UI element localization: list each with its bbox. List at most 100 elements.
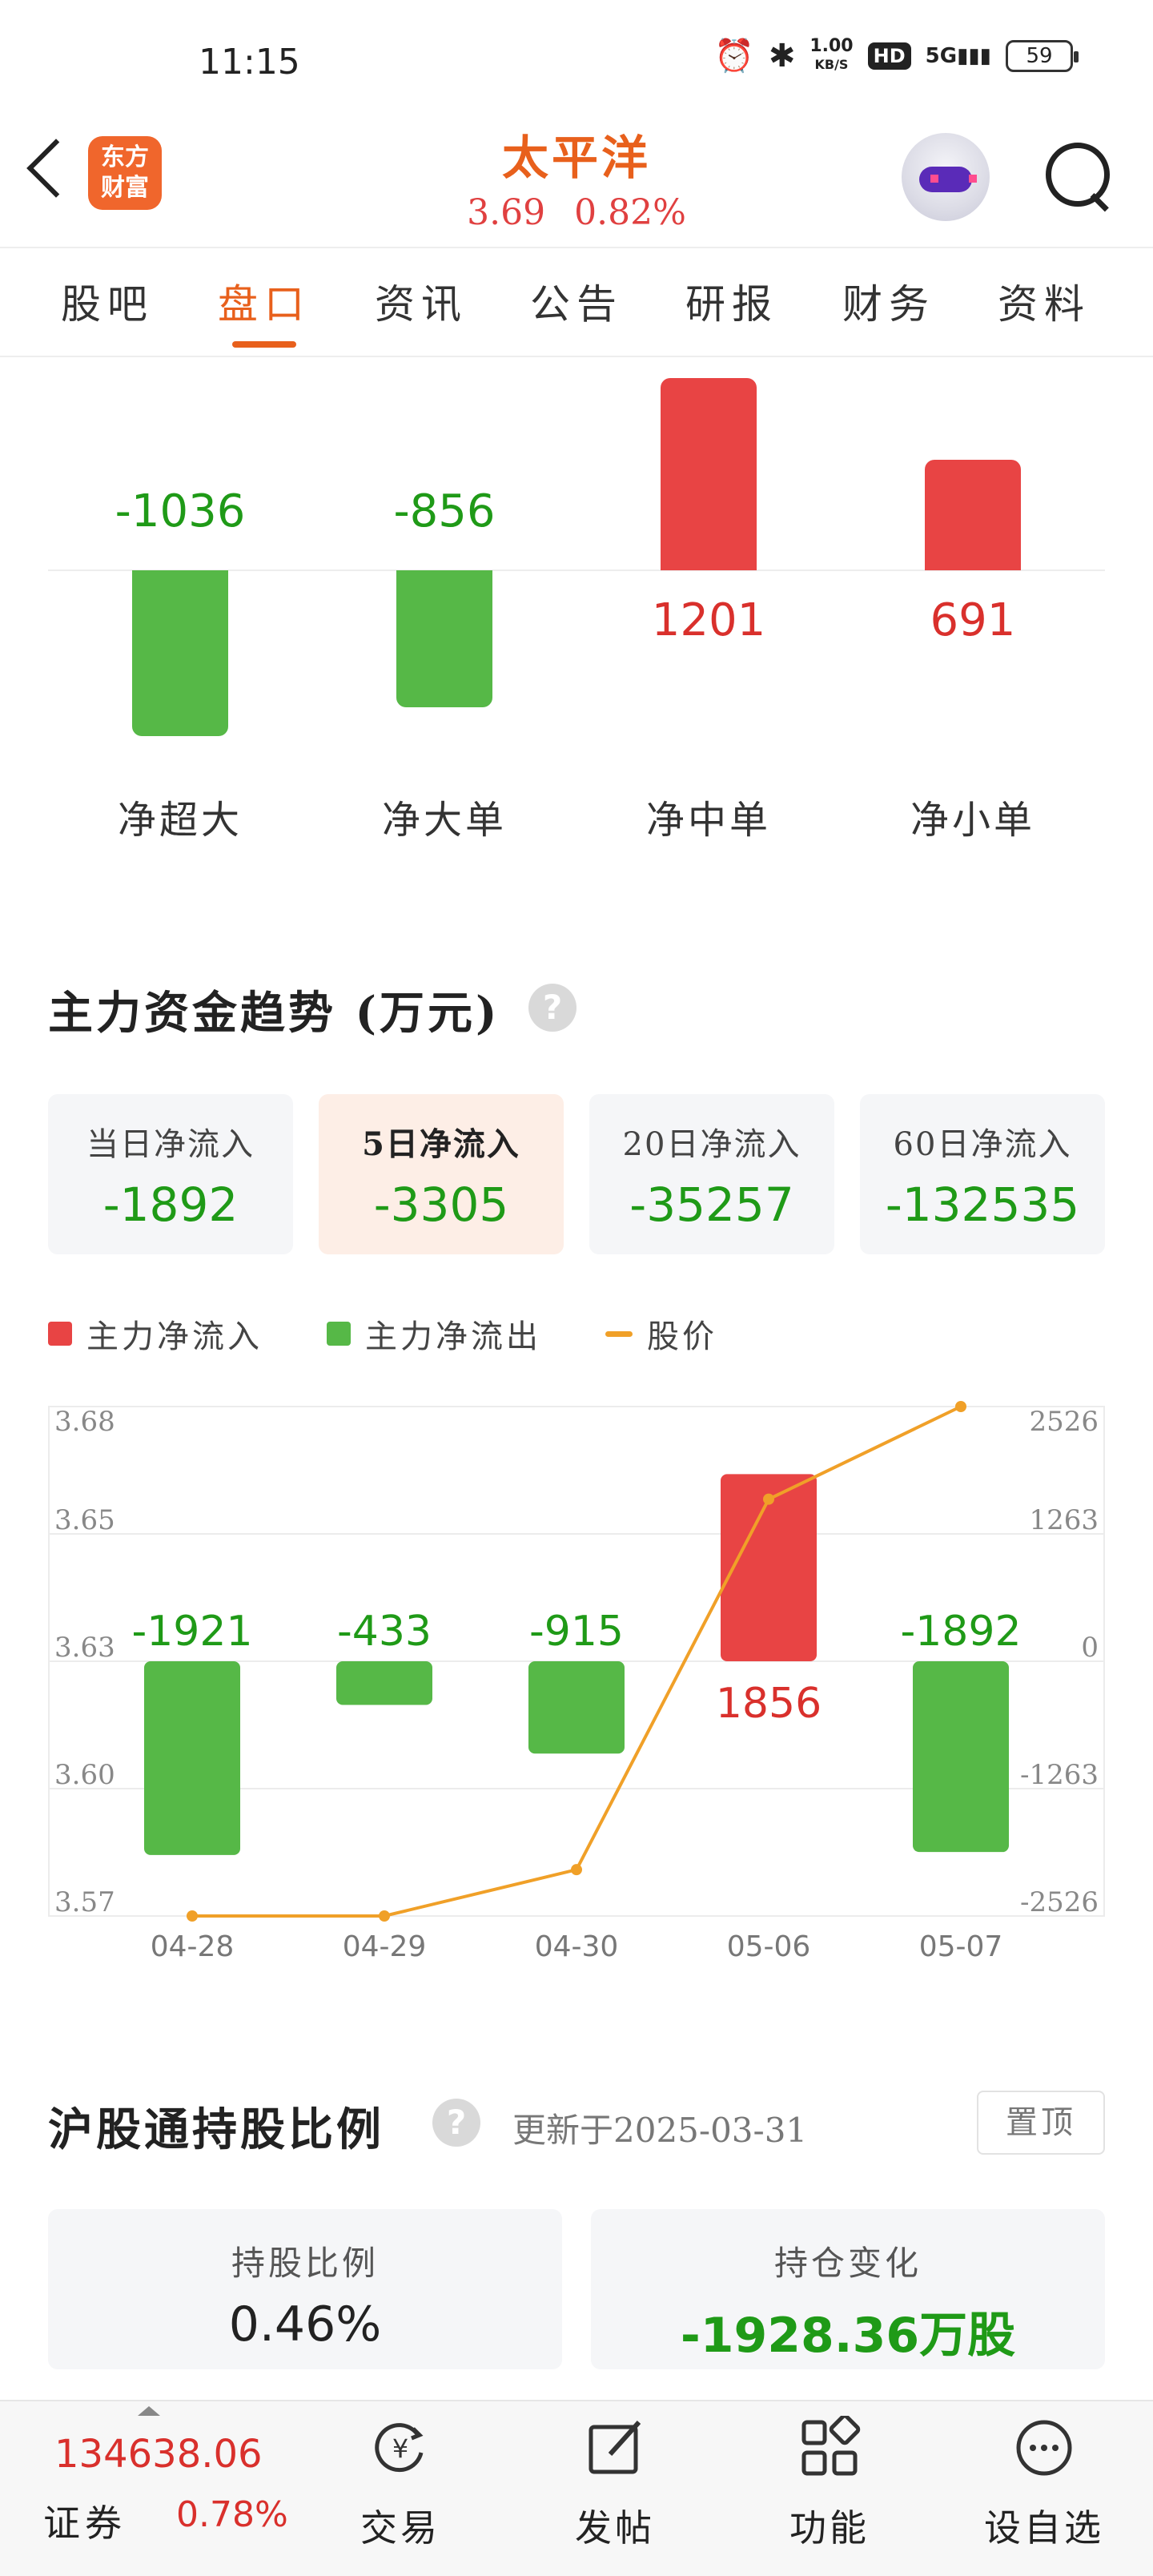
tab-research[interactable]: 研报 xyxy=(685,272,778,330)
functions-button[interactable]: 功能 xyxy=(749,2401,910,2576)
hd-icon: HD xyxy=(867,42,911,70)
outflow-bar xyxy=(144,1661,240,1855)
index-change[interactable]: 0.78% xyxy=(176,2494,288,2535)
bluetooth-icon: ✱ xyxy=(768,37,796,74)
net-flow-label: 净小单 xyxy=(910,798,1035,843)
right-axis-tick: 0 xyxy=(1081,1632,1099,1664)
hk-connect-title: 沪股通持股比例 xyxy=(48,2103,384,2156)
post-button[interactable]: 发帖 xyxy=(535,2401,695,2576)
period-card-today[interactable]: 当日净流入 -1892 xyxy=(48,1094,293,1254)
chart-legend: 主力净流入 主力净流出 股价 xyxy=(48,1310,781,1357)
net-flow-label: 净超大 xyxy=(117,798,243,843)
period-label: 5日净流入 xyxy=(362,1125,520,1163)
help-icon[interactable]: ? xyxy=(432,2099,480,2147)
holding-ratio-label: 持股比例 xyxy=(231,2244,379,2283)
bar-data-label: -915 xyxy=(529,1608,624,1656)
add-watchlist-button[interactable]: 设自选 xyxy=(964,2401,1124,2576)
outflow-bar xyxy=(913,1661,1009,1853)
period-card-20d[interactable]: 20日净流入 -35257 xyxy=(589,1094,834,1254)
status-time: 11:15 xyxy=(199,42,300,83)
tab-news[interactable]: 资讯 xyxy=(375,272,468,330)
stock-price: 3.69 xyxy=(467,192,546,233)
price-point xyxy=(187,1910,198,1922)
period-card-5d[interactable]: 5日净流入 -3305 xyxy=(319,1094,564,1254)
tab-profile[interactable]: 资料 xyxy=(998,272,1091,330)
battery-icon: 59 xyxy=(1006,39,1079,72)
left-axis-tick: 3.60 xyxy=(54,1759,115,1791)
apps-grid-icon xyxy=(801,2416,861,2476)
trade-button[interactable]: ¥ 交易 xyxy=(320,2401,480,2576)
legend-price: 股价 xyxy=(605,1310,717,1357)
position-change-value: -1928.36万股 xyxy=(680,2308,1016,2364)
net-flow-bar xyxy=(132,570,228,737)
net-speed: 1.00 KB/S xyxy=(810,36,854,73)
position-change-label: 持仓变化 xyxy=(773,2244,922,2283)
ai-robot-avatar[interactable] xyxy=(902,133,990,221)
svg-text:¥: ¥ xyxy=(392,2433,408,2464)
more-dots-icon xyxy=(1016,2420,1072,2476)
net-flow-value: -856 xyxy=(393,485,496,537)
bar-data-label: -433 xyxy=(337,1608,432,1656)
period-value: -132535 xyxy=(885,1177,1080,1232)
main-flow-trend-chart: 3.68 3.65 3.63 3.60 3.57 2526 1263 0 -1263 -2526 -… xyxy=(48,1401,1105,1963)
tab-finance[interactable]: 财务 xyxy=(842,272,935,330)
pin-to-top-button[interactable]: 置顶 xyxy=(977,2091,1105,2155)
help-icon[interactable]: ? xyxy=(528,984,576,1032)
price-point xyxy=(571,1864,582,1876)
left-axis-tick: 3.68 xyxy=(54,1406,115,1438)
bar-data-label: 1856 xyxy=(716,1680,822,1728)
bar-data-label: -1892 xyxy=(900,1608,1021,1656)
net-flow-label: 净中单 xyxy=(645,798,771,843)
legend-outflow: 主力净流出 xyxy=(327,1310,541,1357)
period-value: -3305 xyxy=(373,1177,509,1232)
index-expand-icon[interactable] xyxy=(138,2406,160,2416)
period-value: -1892 xyxy=(102,1177,239,1232)
net-flow-value: -1036 xyxy=(114,485,246,537)
net-flow-value: 1201 xyxy=(651,594,766,646)
bar-data-label: -1921 xyxy=(131,1608,252,1656)
period-label: 20日净流入 xyxy=(622,1126,801,1163)
tabs-bar: 股吧 盘口 资讯 公告 研报 财务 资料 xyxy=(0,247,1153,357)
price-point xyxy=(955,1401,966,1412)
alarm-icon: ⏰ xyxy=(714,38,754,74)
period-label: 60日净流入 xyxy=(893,1126,1072,1163)
yen-refresh-icon: ¥ xyxy=(375,2423,424,2473)
legend-inflow: 主力净流入 xyxy=(48,1310,263,1357)
x-axis-tick: 05-06 xyxy=(727,1930,811,1963)
holding-ratio-card: 持股比例 0.46% xyxy=(48,2209,562,2369)
right-axis-tick: -1263 xyxy=(1020,1759,1099,1791)
x-axis-tick: 04-28 xyxy=(151,1930,235,1963)
right-axis-tick: -2526 xyxy=(1020,1886,1099,1918)
outflow-bar xyxy=(528,1661,625,1754)
bottom-bar: 134638.06 证券 0.78% ¥ 交易 发帖 功能 设自选 xyxy=(0,2400,1153,2576)
left-axis-tick: 3.65 xyxy=(54,1504,115,1536)
search-icon[interactable] xyxy=(1041,138,1113,210)
status-icons: ⏰ ✱ 1.00 KB/S HD 5G▮▮▮ 59 xyxy=(714,36,1079,74)
hk-connect-updated: 更新于2025-03-31 xyxy=(512,2111,808,2150)
tab-pankou[interactable]: 盘口 xyxy=(218,272,311,330)
period-label: 当日净流入 xyxy=(86,1126,255,1163)
price-point xyxy=(379,1910,390,1922)
x-axis-tick: 04-30 xyxy=(535,1930,619,1963)
right-axis-tick: 2526 xyxy=(1029,1406,1099,1438)
tab-guba[interactable]: 股吧 xyxy=(61,272,154,330)
right-axis-tick: 1263 xyxy=(1029,1504,1099,1536)
x-axis-tick: 05-07 xyxy=(919,1930,1003,1963)
x-axis-tick: 04-29 xyxy=(343,1930,427,1963)
price-point xyxy=(763,1493,774,1505)
net-flow-bar xyxy=(396,570,492,708)
net-flow-value: 691 xyxy=(930,594,1016,646)
position-change-card: 持仓变化 -1928.36万股 xyxy=(591,2209,1105,2369)
stock-change-pct: 0.82% xyxy=(574,192,686,233)
tab-announcements[interactable]: 公告 xyxy=(530,272,623,330)
tab-active-indicator xyxy=(232,341,296,348)
index-name[interactable]: 证券 xyxy=(43,2494,127,2547)
period-card-60d[interactable]: 60日净流入 -132535 xyxy=(860,1094,1105,1254)
period-value: -35257 xyxy=(629,1177,794,1232)
index-value[interactable]: 134638.06 xyxy=(54,2432,263,2477)
left-axis-tick: 3.63 xyxy=(54,1632,115,1664)
signal-icon: 5G▮▮▮ xyxy=(925,43,991,68)
net-flow-label: 净大单 xyxy=(381,798,507,843)
edit-icon xyxy=(589,2420,641,2474)
net-flow-bar xyxy=(925,459,1021,570)
